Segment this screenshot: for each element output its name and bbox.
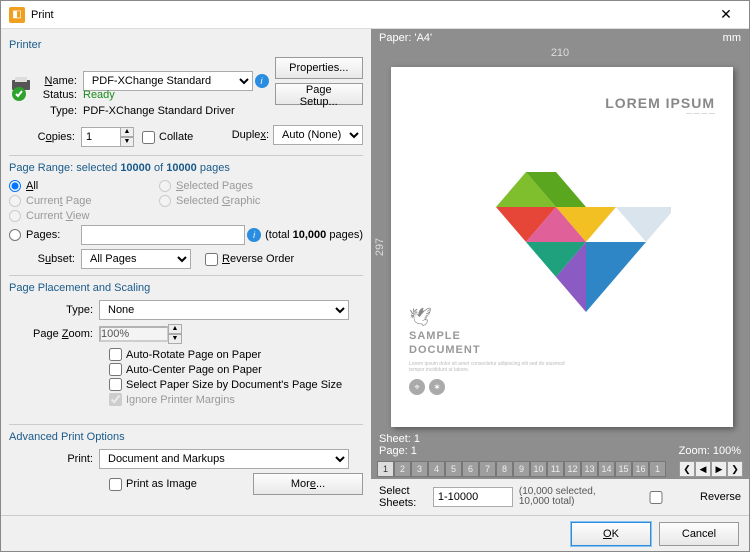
printer-type: PDF-XChange Standard Driver [83, 105, 235, 117]
reverse-order-checkbox[interactable] [205, 253, 218, 266]
printer-group-title: Printer [9, 39, 363, 51]
range-pages-radio[interactable] [9, 229, 21, 241]
range-selectedpages-radio [159, 180, 171, 192]
page-zoom-input [99, 326, 169, 342]
range-currentpage-radio [9, 195, 21, 207]
lorem-heading: LOREM IPSUM — — — — [605, 95, 715, 117]
info-icon[interactable]: i [255, 74, 269, 88]
range-selectedgraphic-radio [159, 195, 171, 207]
titlebar: ◧ Print ✕ [1, 1, 749, 29]
thumb[interactable]: 10 [530, 461, 547, 477]
thumb[interactable]: 7 [479, 461, 496, 477]
thumb[interactable]: 14 [598, 461, 615, 477]
printer-name-select[interactable]: PDF-XChange Standard [83, 71, 253, 91]
footer: OK Cancel [1, 515, 749, 551]
print-what-select[interactable]: Document and Markups [99, 449, 349, 469]
cancel-button[interactable]: Cancel [659, 522, 739, 546]
printer-icon [9, 75, 37, 103]
auto-center-checkbox[interactable] [109, 363, 122, 376]
thumb[interactable]: 5 [445, 461, 462, 477]
thumb[interactable]: 2 [394, 461, 411, 477]
properties-button[interactable]: Properties... [275, 57, 363, 79]
placement-group-title: Page Placement and Scaling [9, 282, 363, 294]
print-as-image-checkbox[interactable] [109, 478, 122, 491]
tangram-graphic [441, 152, 671, 332]
collate-checkbox[interactable] [142, 131, 155, 144]
thumb[interactable]: 1 [377, 461, 394, 477]
paper-label: Paper: 'A4' [379, 32, 432, 44]
ok-button[interactable]: OK [571, 522, 651, 546]
select-sheets-label: Select Sheets: [379, 485, 427, 509]
select-sheets-input[interactable] [433, 487, 513, 507]
range-group-title: Page Range: selected 10000 of 10000 page… [9, 162, 363, 174]
range-currentview-radio [9, 210, 21, 222]
app-icon: ◧ [9, 7, 25, 23]
more-button[interactable]: More... [253, 473, 363, 495]
thumb[interactable]: 16 [632, 461, 649, 477]
thumb[interactable]: 12 [564, 461, 581, 477]
ruler-vertical: 297 [371, 63, 389, 431]
thumb[interactable]: 15 [615, 461, 632, 477]
ruler-horizontal: 210 [371, 47, 749, 63]
tools-icon: ✶ [429, 379, 445, 395]
sheet-thumbnails[interactable]: 1 2 3 4 5 6 7 8 9 10 11 12 13 14 15 16 1… [371, 459, 749, 479]
copies-input[interactable] [81, 127, 121, 147]
page-preview: LOREM IPSUM — — — — 🕊 SAMPLEDOCUME [391, 67, 733, 427]
zoom-label: Zoom: 100% [679, 445, 741, 457]
thumb[interactable]: 6 [462, 461, 479, 477]
unit-label: mm [723, 32, 741, 44]
select-paper-size-checkbox[interactable] [109, 378, 122, 391]
thumb[interactable]: 8 [496, 461, 513, 477]
thumb[interactable]: 13 [581, 461, 598, 477]
reverse-sheets-checkbox[interactable] [616, 491, 696, 504]
preview-panel: Paper: 'A4'mm 210 297 LOREM IPSUM — — — … [371, 29, 749, 515]
left-panel: Printer Name: PDF-XChange Standard i Pro… [1, 29, 371, 515]
printer-status: Ready [83, 89, 115, 101]
thumb[interactable]: 11 [547, 461, 564, 477]
sheet-label: Sheet: 1 [379, 433, 420, 445]
copies-spinner[interactable]: ▲▼ [120, 127, 134, 147]
thumb[interactable]: 1 [649, 461, 666, 477]
subset-select[interactable]: All Pages [81, 249, 191, 269]
scaling-type-select[interactable]: None [99, 300, 349, 320]
zoom-spinner: ▲▼ [168, 324, 182, 344]
page-label: Page: 1 [379, 445, 420, 457]
range-all-radio[interactable] [9, 180, 21, 192]
thumb[interactable]: 4 [428, 461, 445, 477]
thumb-nav[interactable]: ❮◀▶❯ [679, 461, 743, 477]
pin-icon: ⌖ [409, 379, 425, 395]
pages-input[interactable] [81, 225, 245, 245]
info-icon[interactable]: i [247, 228, 261, 242]
thumb[interactable]: 9 [513, 461, 530, 477]
close-icon[interactable]: ✕ [711, 6, 741, 23]
auto-rotate-checkbox[interactable] [109, 348, 122, 361]
window-title: Print [31, 9, 711, 21]
select-sheets-info: (10,000 selected, 10,000 total) [519, 487, 610, 508]
sample-block: 🕊 SAMPLEDOCUMENT Lorem ipsum dolor sit a… [409, 307, 569, 395]
duplex-select[interactable]: Auto (None) [273, 125, 363, 145]
advanced-group-title: Advanced Print Options [9, 431, 363, 443]
thumb[interactable]: 3 [411, 461, 428, 477]
ignore-margins-checkbox [109, 393, 122, 406]
page-setup-button[interactable]: Page Setup... [275, 83, 363, 105]
